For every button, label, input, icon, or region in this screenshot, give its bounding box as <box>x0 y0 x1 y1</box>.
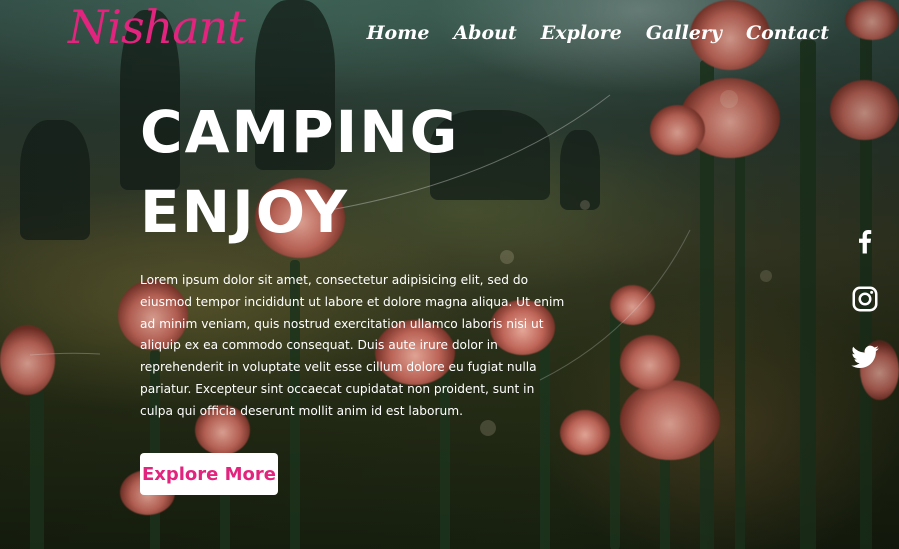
explore-more-button[interactable]: Explore More <box>140 453 278 495</box>
instagram-icon[interactable] <box>850 284 880 314</box>
nav-about-link[interactable]: About <box>453 22 516 44</box>
social-links <box>850 226 880 372</box>
hero-title-line-2: ENJOY <box>140 178 349 246</box>
hero-description: Lorem ipsum dolor sit amet, consectetur … <box>140 273 565 418</box>
hero-title-line-1: CAMPING <box>140 98 460 166</box>
nav-gallery-link[interactable]: Gallery <box>646 22 722 44</box>
site-logo[interactable]: Nishant <box>68 0 246 54</box>
main-nav: Home About Explore Gallery Contact <box>367 22 829 44</box>
nav-home-link[interactable]: Home <box>367 22 430 44</box>
twitter-icon[interactable] <box>850 342 880 372</box>
nav-contact-link[interactable]: Contact <box>746 22 829 44</box>
facebook-icon[interactable] <box>850 226 880 256</box>
hero-title: CAMPING ENJOY <box>140 92 459 252</box>
nav-explore-link[interactable]: Explore <box>541 22 622 44</box>
